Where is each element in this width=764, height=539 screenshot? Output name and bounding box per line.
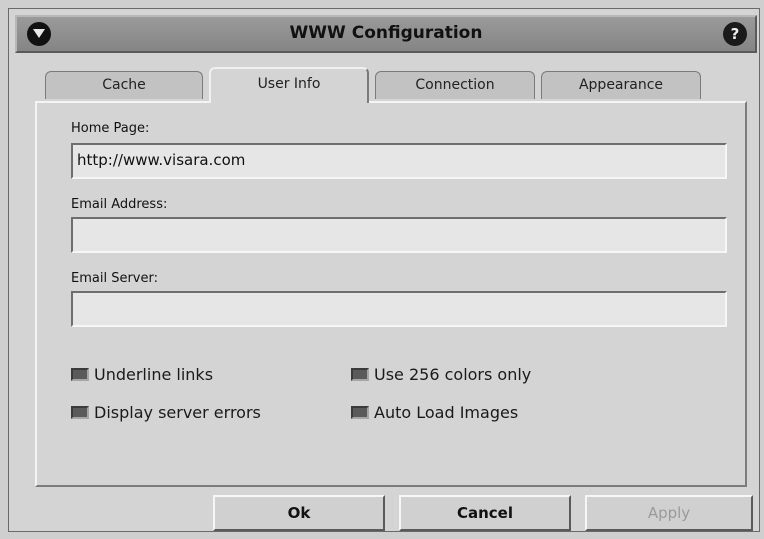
user-info-panel: Home Page: http://www.visara.com Email A… <box>35 101 747 487</box>
use-256-colors-label: Use 256 colors only <box>374 365 532 384</box>
title-bar[interactable]: WWW Configuration ? <box>15 15 757 53</box>
home-page-field[interactable]: http://www.visara.com <box>71 143 727 179</box>
tab-bar: Cache User Info Connection Appearance <box>45 67 705 103</box>
underline-links-checkbox[interactable] <box>71 368 89 381</box>
tab-cache[interactable]: Cache <box>45 71 203 99</box>
cancel-button[interactable]: Cancel <box>399 495 571 531</box>
help-button[interactable]: ? <box>723 22 747 46</box>
ok-button[interactable]: Ok <box>213 495 385 531</box>
underline-links-label: Underline links <box>94 365 214 384</box>
email-server-field[interactable] <box>71 291 727 327</box>
apply-button[interactable]: Apply <box>585 495 753 531</box>
tab-connection[interactable]: Connection <box>375 71 535 99</box>
underline-links-option[interactable]: Underline links <box>71 365 213 384</box>
email-address-label: Email Address: <box>71 197 168 212</box>
www-configuration-window: WWW Configuration ? Cache User Info Conn… <box>8 8 760 532</box>
window-title: WWW Configuration <box>289 23 483 43</box>
tab-user-info[interactable]: User Info <box>209 67 369 103</box>
use-256-colors-option[interactable]: Use 256 colors only <box>351 365 531 384</box>
auto-load-images-option[interactable]: Auto Load Images <box>351 403 518 422</box>
display-server-errors-option[interactable]: Display server errors <box>71 403 261 422</box>
use-256-colors-checkbox[interactable] <box>351 368 369 381</box>
tab-appearance[interactable]: Appearance <box>541 71 701 99</box>
email-address-field[interactable] <box>71 217 727 253</box>
email-server-label: Email Server: <box>71 271 158 286</box>
auto-load-images-label: Auto Load Images <box>374 403 519 422</box>
display-server-errors-label: Display server errors <box>94 403 261 422</box>
display-server-errors-checkbox[interactable] <box>71 406 89 419</box>
auto-load-images-checkbox[interactable] <box>351 406 369 419</box>
home-page-label: Home Page: <box>71 121 150 136</box>
